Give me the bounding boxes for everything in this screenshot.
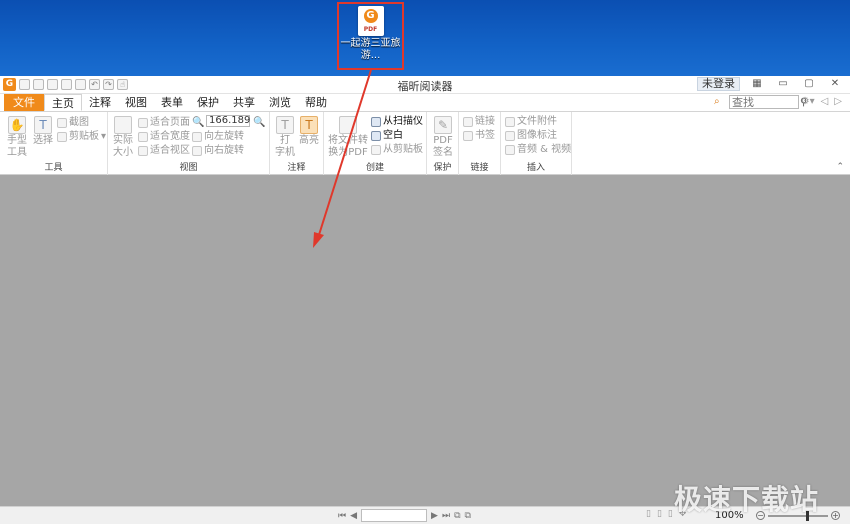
blank-button[interactable]: 空白 [371,129,403,142]
search-area: ⌕ ⚲ [714,95,807,109]
find-icon[interactable]: ⌕ [714,96,726,108]
back-icon[interactable]: ◁ [821,96,829,107]
single-page-icon[interactable]: ▯ [646,509,651,519]
watermark: 极速下载站 [674,483,820,516]
image-icon [505,130,515,141]
attachment-icon [505,116,515,127]
fit-page-icon [138,117,148,128]
group-tools: ✋ 手型 工具 T 选择 截图 剪贴板 ▾ 工具 [0,112,108,175]
select-text-icon: T [34,116,52,134]
group-links: 链接 书签 链接 [459,112,501,175]
group-insert: 文件附件 图像标注 音频 & 视频 插入 [501,112,572,175]
continuous-icon[interactable]: ▯ [657,509,662,519]
document-area[interactable] [0,175,850,506]
first-page-icon[interactable]: ⏮ [338,511,346,521]
highlight-button[interactable]: T 高亮 [297,116,321,147]
blank-page-icon [371,130,381,141]
title-bar: G ↶ ↷ ☝ 福昕阅读器 未登录 ▦ ▭ ▢ ✕ [0,76,850,94]
minimize-button[interactable]: ▭ [774,77,792,91]
scanner-icon [371,116,381,127]
zoom-plus-icon[interactable]: + [831,511,840,520]
group-annotation: T 打 字机 T 高亮 注释 [270,112,324,175]
next-view-icon[interactable]: ⧉ [465,511,471,521]
link-icon [463,116,473,127]
close-button[interactable]: ✕ [826,77,844,91]
rotate-left-icon [192,131,202,142]
desktop-file-name: 一起游三亚旅游... [340,38,401,61]
last-page-icon[interactable]: ⏭ [442,511,450,521]
tab-comment[interactable]: 注释 [82,94,118,111]
fit-width-button[interactable]: 适合宽度 [138,130,190,143]
hand-tool-button[interactable]: ✋ 手型 工具 [4,116,30,159]
pdf-sign-button[interactable]: ✎ PDF 签名 [431,116,455,159]
tab-view[interactable]: 视图 [118,94,154,111]
zoom-input[interactable]: 166.189 [206,115,250,127]
clipboard-icon [371,144,381,155]
search-input[interactable] [729,95,799,109]
signature-pen-icon: ✎ [434,116,452,134]
collapse-ribbon-icon[interactable]: ⌃ [836,162,844,172]
desktop-background: G PDF 一起游三亚旅游... [0,0,850,76]
clipboard-button[interactable]: 剪贴板 ▾ [57,130,106,143]
maximize-button[interactable]: ▢ [800,77,818,91]
fit-width-icon [138,131,148,142]
page-navigation: ⏮ ◀ ▶ ⏭ ⧉ ⧉ [338,509,471,522]
next-page-icon[interactable]: ▶ [431,511,438,521]
prev-view-icon[interactable]: ⧉ [454,511,460,521]
prev-page-icon[interactable]: ◀ [350,511,357,521]
file-attachment-button[interactable]: 文件附件 [505,115,557,128]
screenshot-button[interactable]: 截图 [57,116,89,129]
camera-icon [57,117,67,128]
page-number-input[interactable] [361,509,428,522]
login-button[interactable]: 未登录 [697,77,740,91]
ribbon-tabs: 文件 主页 注释 视图 表单 保护 共享 浏览 帮助 [4,94,334,111]
layout-icon[interactable]: ▦ [748,77,766,91]
group-protect: ✎ PDF 签名 保护 [427,112,459,175]
image-annotation-button[interactable]: 图像标注 [505,129,557,142]
rotate-right-icon [192,145,202,156]
video-icon [505,144,515,155]
clipboard-icon [57,131,67,142]
bookmark-button[interactable]: 书签 [463,129,495,142]
ribbon-toolbar: ✋ 手型 工具 T 选择 截图 剪贴板 ▾ 工具 实际 大小 适合页面 适合宽度 … [0,111,850,175]
fit-visible-button[interactable]: 适合视区 [138,144,190,157]
fit-page-button[interactable]: 适合页面 [138,116,190,129]
group-view: 实际 大小 适合页面 适合宽度 适合视区 🔍 166.189 🔍 向左旋转 向右… [108,112,270,175]
highlight-icon: T [300,116,318,134]
hand-icon: ✋ [8,116,26,134]
settings-icon[interactable]: ⚙▾ [801,96,815,107]
tab-browse[interactable]: 浏览 [262,94,298,111]
facing-icon[interactable]: ▯ [668,509,673,519]
link-button[interactable]: 链接 [463,115,495,128]
tab-form[interactable]: 表单 [154,94,190,111]
actual-size-button[interactable]: 实际 大小 [112,116,134,159]
tab-share[interactable]: 共享 [226,94,262,111]
tab-home[interactable]: 主页 [44,94,82,111]
rotate-right-button[interactable]: 向右旋转 [192,144,244,157]
group-create: 将文件转 换为PDF 从扫描仪 空白 从剪贴板 创建 [324,112,427,175]
rotate-left-button[interactable]: 向左旋转 [192,130,244,143]
convert-icon [339,116,357,134]
typewriter-button[interactable]: T 打 字机 [274,116,296,159]
fit-visible-icon [138,145,148,156]
typewriter-icon: T [276,116,294,134]
zoom-out-icon[interactable]: 🔍 [192,116,204,129]
tab-file[interactable]: 文件 [4,94,44,111]
zoom-in-icon[interactable]: 🔍 [253,116,265,129]
from-clipboard-button[interactable]: 从剪贴板 [371,143,423,156]
forward-icon[interactable]: ▷ [834,96,842,107]
desktop-pdf-file[interactable]: G PDF 一起游三亚旅游... [337,2,404,70]
bookmark-icon [463,130,473,141]
tab-protect[interactable]: 保护 [190,94,226,111]
tab-help[interactable]: 帮助 [298,94,334,111]
audio-video-button[interactable]: 音频 & 视频 [505,143,571,156]
from-scanner-button[interactable]: 从扫描仪 [371,115,423,128]
select-tool-button[interactable]: T 选择 [32,116,54,147]
menu-bar: 文件 主页 注释 视图 表单 保护 共享 浏览 帮助 ⌕ ⚲ ⚙▾ ◁ ▷ [0,94,850,111]
convert-to-pdf-button[interactable]: 将文件转 换为PDF [328,116,368,159]
actual-size-icon [114,116,132,134]
pdf-file-icon: G PDF [357,6,384,36]
